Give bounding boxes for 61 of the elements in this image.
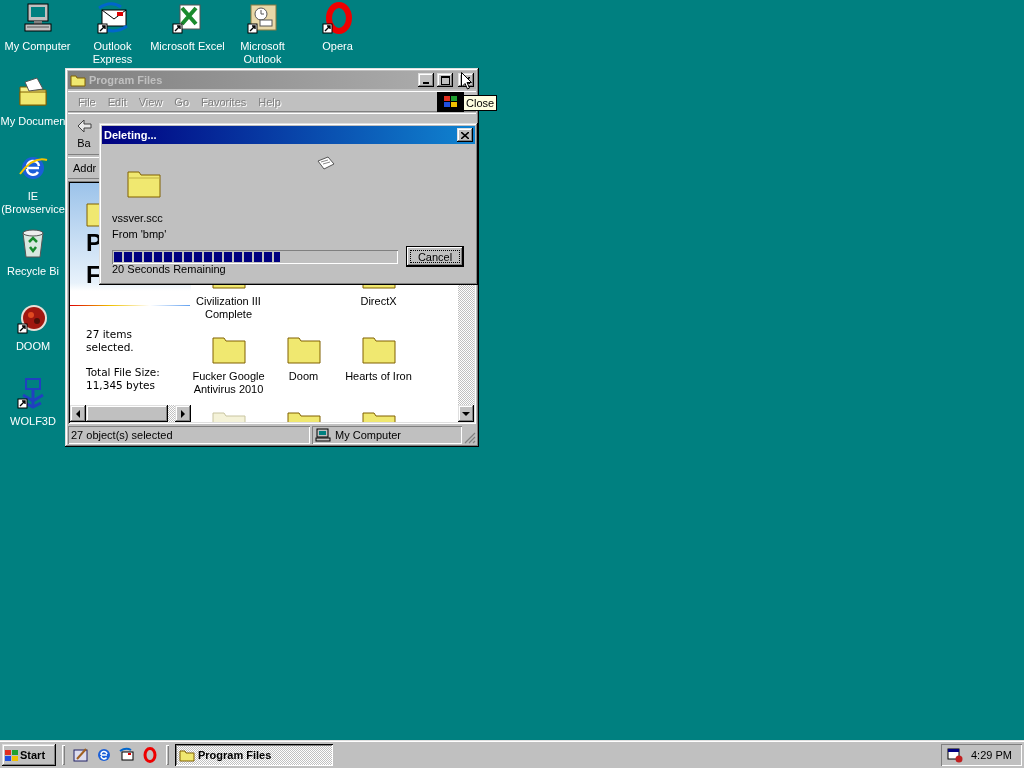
desktop-icon[interactable]: Recycle Bi bbox=[0, 225, 66, 300]
dialog-title: Deleting... bbox=[104, 129, 158, 141]
desktop-icon[interactable]: Outlook Express bbox=[75, 0, 150, 66]
desktop-icon[interactable]: WOLF3D bbox=[0, 375, 66, 450]
scroll-left-button[interactable] bbox=[70, 405, 86, 422]
flying-paper-icon bbox=[316, 155, 336, 171]
start-button[interactable]: Start bbox=[2, 744, 56, 766]
o-logo-icon bbox=[142, 747, 158, 763]
flag-icon bbox=[5, 749, 18, 761]
desktop-pencil-icon bbox=[73, 747, 89, 763]
file-name: vssver.scc bbox=[112, 211, 163, 226]
selection-text: 27 items selected. bbox=[86, 328, 135, 354]
desktop-icon[interactable]: DOOM bbox=[0, 300, 66, 375]
desktop-icon[interactable]: IE (Browservice bbox=[0, 150, 66, 225]
panel-heading: F bbox=[86, 260, 101, 290]
close-button[interactable] bbox=[457, 128, 473, 142]
envelope-icon bbox=[119, 747, 135, 763]
down-arrow-icon bbox=[462, 411, 470, 416]
left-arrow-icon bbox=[76, 409, 80, 418]
back-button[interactable]: Ba bbox=[72, 115, 96, 153]
flag-icon bbox=[444, 96, 457, 107]
status-zone: My Computer bbox=[312, 426, 462, 444]
folder-icon bbox=[179, 748, 195, 762]
scroll-thumb[interactable] bbox=[86, 405, 168, 422]
e-logo-icon bbox=[96, 747, 112, 763]
folder-icon bbox=[211, 334, 246, 364]
folder-item[interactable]: Fucker Google Antivirus 2010 bbox=[191, 330, 266, 405]
folder-icon bbox=[286, 334, 321, 364]
folder-icon bbox=[361, 334, 396, 364]
scheduler-icon bbox=[947, 747, 963, 763]
folder-item[interactable]: Doom bbox=[266, 330, 341, 405]
time-remaining: 20 Seconds Remaining bbox=[112, 262, 226, 277]
maximize-icon bbox=[440, 75, 450, 85]
folder-icon bbox=[70, 73, 86, 87]
tooltip: Close bbox=[463, 95, 498, 111]
right-arrow-icon bbox=[181, 409, 185, 418]
computer-icon bbox=[315, 428, 331, 442]
scroll-track bbox=[168, 405, 175, 422]
size-text: Total File Size: 11,345 bytes bbox=[86, 366, 161, 392]
maximize-button[interactable] bbox=[437, 73, 453, 87]
minimize-button[interactable] bbox=[418, 73, 434, 87]
scroll-right-button[interactable] bbox=[175, 405, 191, 422]
desktop-icon[interactable]: Opera bbox=[300, 0, 375, 66]
folder-icon bbox=[127, 168, 161, 198]
status-text: 27 object(s) selected bbox=[68, 426, 310, 444]
cursor-icon bbox=[461, 72, 472, 90]
resize-grip[interactable] bbox=[464, 432, 476, 444]
clock: 4:29 PM bbox=[971, 749, 1012, 761]
desktop-icon[interactable]: Microsoft Excel bbox=[150, 0, 225, 66]
folder-item[interactable]: Hearts of Iron bbox=[341, 330, 416, 405]
source-folder: From 'bmp' bbox=[112, 227, 167, 242]
desktop-icon[interactable]: My Documen bbox=[0, 75, 66, 150]
left-arrow-icon bbox=[76, 119, 92, 133]
task-button[interactable]: Program Files bbox=[175, 744, 333, 766]
close-icon bbox=[461, 131, 469, 139]
scroll-down-button[interactable] bbox=[458, 405, 474, 422]
address-label: Addr bbox=[73, 162, 97, 174]
window-title: Program Files bbox=[89, 74, 164, 86]
desktop-icon[interactable]: Microsoft Outlook bbox=[225, 0, 300, 66]
desktop-icon[interactable]: My Computer bbox=[0, 0, 75, 66]
cancel-button[interactable]: Cancel bbox=[406, 246, 464, 267]
